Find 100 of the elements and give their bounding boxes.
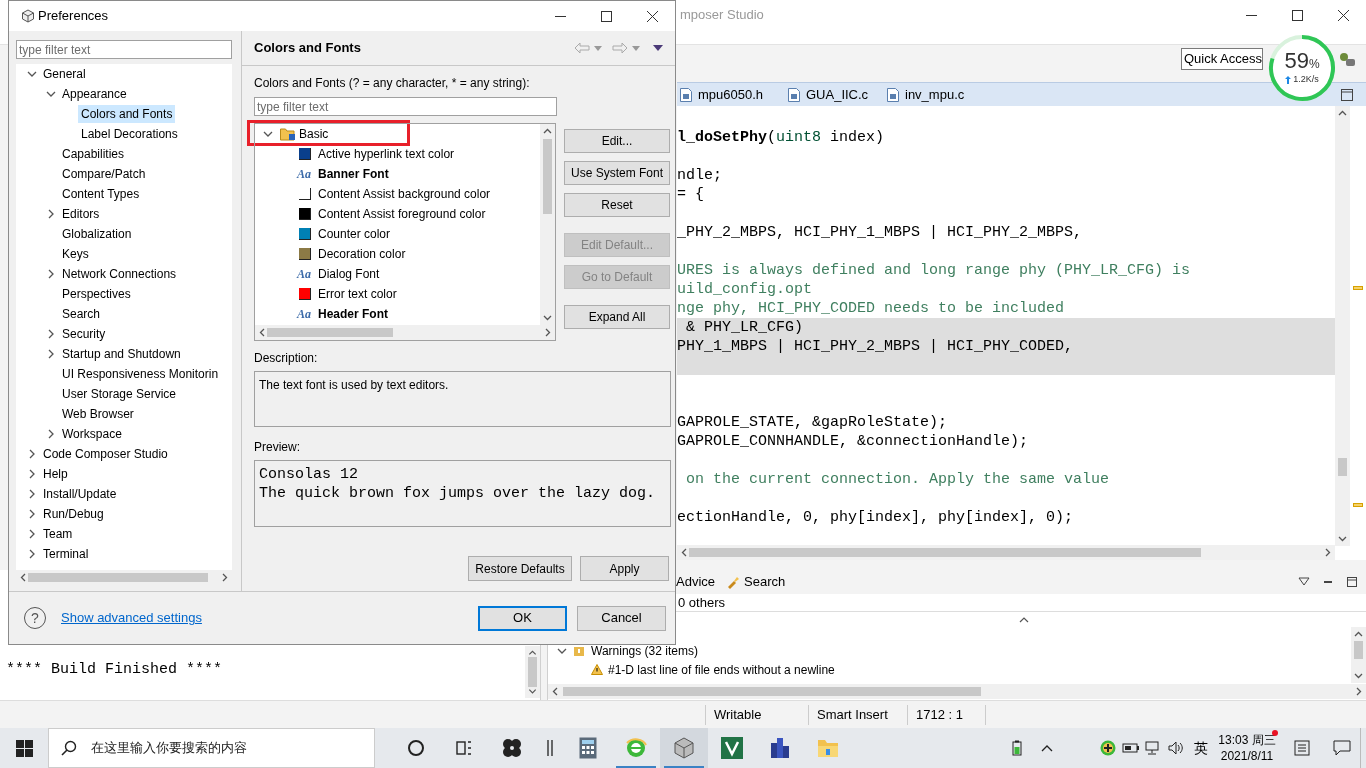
- filter-field[interactable]: type filter text: [16, 40, 232, 59]
- page-button[interactable]: Restore Defaults: [468, 556, 572, 581]
- tree-item[interactable]: Dialog Font: [318, 265, 380, 283]
- tree-item[interactable]: Perspectives: [59, 285, 134, 303]
- scroll-up-icon: [1354, 630, 1363, 639]
- console-output: **** Build Finished ****: [6, 660, 224, 679]
- tree-item[interactable]: Security: [59, 325, 109, 343]
- side-button[interactable]: Expand All: [564, 305, 670, 329]
- tree-item[interactable]: Startup and Shutdown: [59, 345, 184, 363]
- tree-item[interactable]: Run/Debug: [40, 505, 107, 523]
- status-text: Writable: [714, 705, 762, 724]
- scrollbar[interactable]: [540, 124, 555, 325]
- scrollbar-thumb[interactable]: [528, 657, 537, 687]
- view-tab[interactable]: Search: [726, 572, 786, 592]
- side-button[interactable]: Use System Font: [564, 161, 670, 185]
- tree-item[interactable]: User Storage Service: [59, 385, 180, 403]
- page-button[interactable]: Apply: [580, 556, 669, 581]
- speaker-icon[interactable]: [1168, 741, 1184, 755]
- quick-access-field[interactable]: Quick Access: [1181, 48, 1263, 70]
- battery-icon[interactable]: [1012, 740, 1022, 756]
- summary-text: 0 others: [678, 593, 725, 612]
- scrollbar-thumb[interactable]: [563, 687, 981, 696]
- circle-icon: [407, 739, 425, 757]
- side-button[interactable]: Edit...: [564, 129, 670, 153]
- tree-item[interactable]: General: [40, 65, 89, 83]
- help-link[interactable]: Show advanced settings: [61, 608, 202, 628]
- tree-item[interactable]: Keys: [59, 245, 92, 263]
- view-menu-icon[interactable]: [1298, 577, 1310, 587]
- editor-tab[interactable]: GUA_IIC.c: [785, 82, 884, 107]
- description-text: The text font is used by text editors.: [259, 377, 450, 394]
- scrollbar[interactable]: [548, 684, 1366, 699]
- scrollbar-thumb[interactable]: [1354, 641, 1363, 659]
- font-icon: Aa: [297, 265, 313, 283]
- dialog-button[interactable]: Cancel: [577, 605, 666, 631]
- tree-item[interactable]: Warnings (32 items): [548, 641, 1351, 660]
- tree-item[interactable]: Decoration color: [318, 245, 406, 263]
- tree-item[interactable]: UI Responsiveness Monitorin: [59, 365, 222, 383]
- view-tab[interactable]: Advice: [676, 572, 716, 592]
- chat-icon[interactable]: [1333, 740, 1351, 756]
- search-icon: [61, 740, 77, 756]
- dialog-button[interactable]: OK: [478, 605, 567, 631]
- maximize-icon[interactable]: [1340, 87, 1354, 102]
- tree-item[interactable]: Terminal: [40, 545, 92, 563]
- notes-icon[interactable]: [1294, 740, 1310, 756]
- tree-item[interactable]: Basic: [299, 125, 329, 143]
- tree-item[interactable]: Appearance: [59, 85, 130, 103]
- tree-item[interactable]: Capabilities: [59, 145, 128, 163]
- filter-field[interactable]: type filter text: [254, 97, 557, 116]
- scrollbar-thumb[interactable]: [28, 573, 208, 582]
- tree-item[interactable]: Search: [59, 305, 104, 323]
- tree-item[interactable]: Header Font: [318, 305, 388, 323]
- ruler-mark: [1353, 286, 1363, 290]
- tree-item[interactable]: Colors and Fonts: [78, 105, 176, 123]
- tree-item[interactable]: Counter color: [318, 225, 391, 243]
- scrollbar-thumb[interactable]: [1338, 458, 1347, 476]
- scrollbar-thumb[interactable]: [689, 548, 1201, 557]
- tree-item[interactable]: Team: [40, 525, 76, 543]
- tree-item[interactable]: Active hyperlink text color: [318, 145, 455, 163]
- tree-item[interactable]: Install/Update: [40, 485, 120, 503]
- tree-item[interactable]: Editors: [59, 205, 103, 223]
- input-method-indicator[interactable]: 英: [1188, 737, 1214, 759]
- scroll-left-icon: [551, 687, 560, 696]
- tree-item[interactable]: Error text color: [318, 285, 397, 303]
- tree-item[interactable]: Workspace: [59, 425, 125, 443]
- network-icon[interactable]: [1145, 741, 1161, 755]
- power-plug-icon[interactable]: [1122, 742, 1140, 754]
- search-field[interactable]: 在这里输入你要搜索的内容: [48, 728, 375, 768]
- perspective-icon[interactable]: [1338, 51, 1356, 67]
- description-label: Description:: [254, 350, 319, 365]
- plus-icon[interactable]: [1100, 740, 1116, 756]
- tree-item[interactable]: Code Composer Studio: [40, 445, 171, 463]
- upload-arrow-icon: [1285, 76, 1292, 84]
- tree-item[interactable]: Compare/Patch: [59, 165, 149, 183]
- scrollbar-thumb[interactable]: [543, 139, 552, 214]
- tree-item[interactable]: Banner Font: [318, 165, 389, 183]
- status-text: Smart Insert: [817, 705, 888, 724]
- tree-item[interactable]: Label Decorations: [78, 125, 181, 143]
- side-button[interactable]: Reset: [564, 193, 670, 217]
- scrollbar[interactable]: [1335, 106, 1350, 546]
- tree-item[interactable]: Web Browser: [59, 405, 137, 423]
- tree-item[interactable]: Globalization: [59, 225, 135, 243]
- tree-item[interactable]: Content Assist foreground color: [318, 205, 486, 223]
- clock[interactable]: 13:03 周三 2021/8/11: [1214, 732, 1280, 764]
- folder-icon: [280, 127, 296, 141]
- scrollbar-thumb[interactable]: [267, 328, 393, 337]
- maximize-icon[interactable]: [1346, 576, 1358, 588]
- editor-tab[interactable]: mpu6050.h: [677, 82, 785, 107]
- scroll-left-icon: [680, 548, 689, 557]
- tree-item[interactable]: #1-D last line of file ends without a newline: [548, 660, 1351, 679]
- scrollbar[interactable]: [1351, 627, 1366, 683]
- scrollbar[interactable]: [255, 325, 555, 340]
- tree-item[interactable]: Content Assist background color: [318, 185, 491, 203]
- editor-tab[interactable]: inv_mpu.c: [884, 82, 983, 107]
- tree-item[interactable]: Network Connections: [59, 265, 180, 283]
- scrollbar[interactable]: [677, 545, 1335, 560]
- chevron-up-icon[interactable]: [1041, 744, 1053, 752]
- scrollbar[interactable]: [525, 646, 540, 698]
- tree-item[interactable]: Content Types: [59, 185, 143, 203]
- scroll-up-icon: [528, 649, 537, 658]
- tree-item[interactable]: Help: [40, 465, 71, 483]
